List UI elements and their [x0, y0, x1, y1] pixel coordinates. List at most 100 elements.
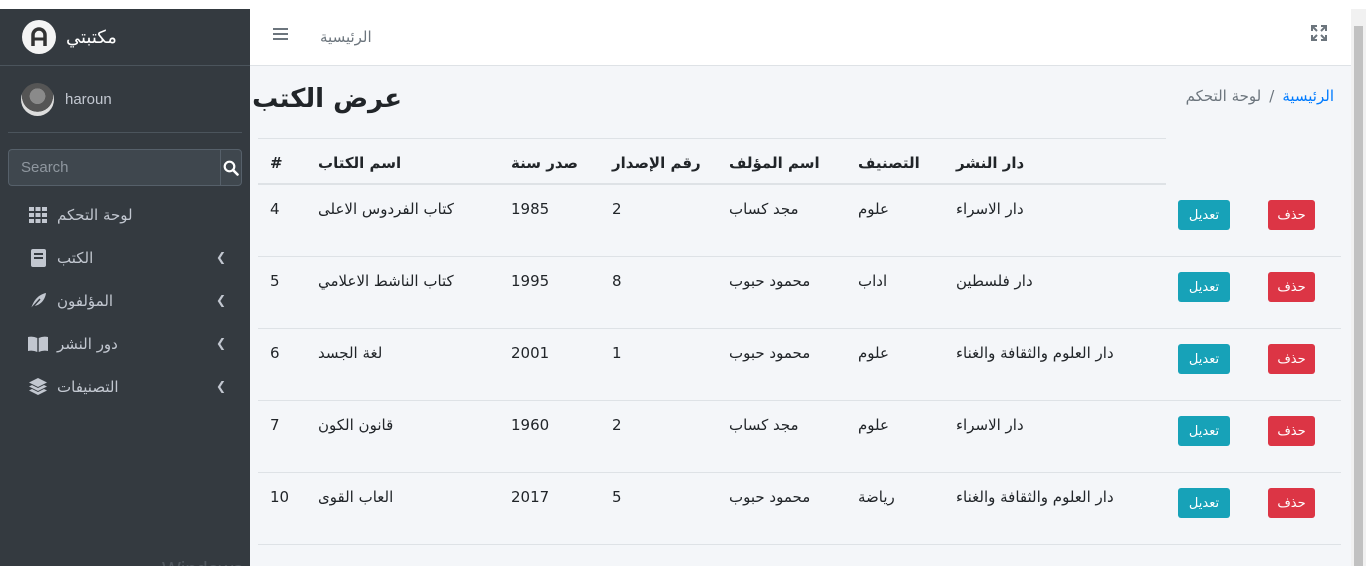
breadcrumb-home-link[interactable]: الرئيسية	[1282, 87, 1334, 105]
column-header-publisher: دار النشر	[956, 154, 1025, 172]
page-title: عرض الكتب	[252, 84, 402, 114]
sidebar-nav: لوحة التحكم الكتب ❮ المؤلفون ❮ دور النشر…	[8, 193, 242, 408]
sidebar-item-label: التصنيفات	[57, 377, 119, 396]
table-row: 5 كتاب الناشط الاعلامي 1995 8 محمود حبوب اداب…	[258, 257, 1341, 329]
sidebar-item-label: الكتب	[57, 248, 94, 267]
chevron-left-icon: ❮	[215, 379, 226, 393]
cell-author: محمود حبوب	[729, 488, 811, 506]
cell-author: مجد كساب	[729, 200, 799, 218]
sidebar-item-categories[interactable]: التصنيفات ❮	[8, 365, 242, 408]
cell-author: مجد كساب	[729, 416, 799, 434]
page-scrollbar[interactable]	[1351, 9, 1366, 566]
user-panel[interactable]: haroun	[8, 66, 242, 133]
content-wrapper: الرئيسية عرض الكتب الرئيسية/لوحة التحكم …	[250, 9, 1351, 566]
table-row: 6 لغة الجسد 2001 1 محمود حبوب علوم دار العلوم …	[258, 329, 1341, 401]
chevron-left-icon: ❮	[215, 250, 226, 264]
brand-link[interactable]: مكتبتي	[0, 9, 250, 66]
delete-button[interactable]: حذف	[1268, 344, 1315, 374]
user-name: haroun	[65, 90, 112, 108]
table-row: 4 كتاب الفردوس الاعلى 1985 2 مجد كساب علوم دار…	[258, 185, 1341, 257]
breadcrumb: الرئيسية / لوحة التحكم	[1186, 87, 1334, 105]
cell-num: 6	[270, 344, 280, 362]
chevron-left-icon: ❮	[215, 336, 226, 350]
navbar-home-link[interactable]: الرئيسية	[320, 28, 372, 46]
cell-edition: 2	[612, 200, 622, 218]
sidebar-item-label: المؤلفون	[57, 291, 114, 310]
delete-button[interactable]: حذف	[1268, 272, 1315, 302]
sidebar-item-publishers[interactable]: دور النشر ❮	[8, 322, 242, 365]
delete-button[interactable]: حذف	[1268, 416, 1315, 446]
sidebar-item-dashboard[interactable]: لوحة التحكم	[8, 193, 242, 236]
edit-button[interactable]: تعديل	[1178, 200, 1230, 230]
sidebar-item-authors[interactable]: المؤلفون ❮	[8, 279, 242, 322]
grid-icon	[28, 205, 48, 225]
window-top-strip	[0, 0, 1366, 9]
sidebar-item-label: لوحة التحكم	[57, 205, 133, 224]
cell-category: علوم	[858, 416, 889, 434]
app-logo-icon	[22, 20, 56, 54]
column-header-year: صدر سنة	[511, 154, 578, 172]
breadcrumb-current: لوحة التحكم	[1185, 87, 1262, 105]
expand-icon	[1311, 25, 1327, 41]
cell-year: 1985	[511, 200, 550, 218]
feather-icon	[28, 291, 48, 311]
column-header-category: التصنيف	[858, 154, 920, 172]
breadcrumb-separator: /	[1269, 87, 1275, 105]
cell-edition: 5	[612, 488, 622, 506]
column-header-edition: رقم الإصدار	[612, 154, 701, 172]
book-icon	[28, 248, 48, 268]
cell-category: رياضة	[858, 488, 895, 506]
table-row: 10 العاب القوى 2017 5 محمود حبوب رياضة دار الع…	[258, 473, 1341, 545]
books-table: # اسم الكتاب صدر سنة رقم الإصدار اسم الم…	[258, 138, 1341, 545]
scrollbar-thumb[interactable]	[1354, 26, 1363, 566]
cell-edition: 1	[612, 344, 622, 362]
cell-num: 5	[270, 272, 280, 290]
sidebar-search	[8, 149, 242, 186]
cell-publisher: دار الاسراء	[956, 416, 1024, 434]
open-book-icon	[28, 334, 48, 354]
cell-publisher: دار فلسطين	[956, 272, 1033, 290]
sidebar: مكتبتي haroun لوحة التحكم	[0, 9, 303, 566]
cell-year: 1960	[511, 416, 550, 434]
table-header: # اسم الكتاب صدر سنة رقم الإصدار اسم الم…	[258, 138, 1166, 185]
cell-title: كتاب الناشط الاعلامي	[318, 272, 454, 290]
cell-publisher: دار العلوم والثقافة والغناء	[956, 488, 1114, 506]
menu-toggle-button[interactable]	[273, 26, 289, 45]
edit-button[interactable]: تعديل	[1178, 488, 1230, 518]
cell-num: 7	[270, 416, 280, 434]
delete-button[interactable]: حذف	[1268, 200, 1315, 230]
avatar	[21, 82, 54, 116]
column-header-title: اسم الكتاب	[318, 154, 402, 172]
edit-button[interactable]: تعديل	[1178, 416, 1230, 446]
layers-icon	[28, 377, 48, 397]
search-icon	[223, 160, 239, 176]
column-header-author: اسم المؤلف	[729, 154, 820, 172]
cell-title: كتاب الفردوس الاعلى	[318, 200, 454, 218]
cell-title: العاب القوى	[318, 488, 394, 506]
search-input[interactable]	[8, 149, 220, 186]
edit-button[interactable]: تعديل	[1178, 344, 1230, 374]
cell-title: قانون الكون	[318, 416, 394, 434]
delete-button[interactable]: حذف	[1268, 488, 1315, 518]
table-body: 4 كتاب الفردوس الاعلى 1985 2 مجد كساب علوم دار…	[258, 185, 1341, 545]
cell-title: لغة الجسد	[318, 344, 383, 362]
search-button[interactable]	[220, 149, 242, 186]
cell-num: 4	[270, 200, 280, 218]
cell-category: علوم	[858, 344, 889, 362]
cell-author: محمود حبوب	[729, 272, 811, 290]
cell-category: اداب	[858, 272, 888, 290]
cell-publisher: دار الاسراء	[956, 200, 1024, 218]
cell-edition: 8	[612, 272, 622, 290]
sidebar-item-books[interactable]: الكتب ❮	[8, 236, 242, 279]
cell-publisher: دار العلوم والثقافة والغناء	[956, 344, 1114, 362]
cell-year: 1995	[511, 272, 550, 290]
cell-num: 10	[270, 488, 290, 506]
top-navbar: الرئيسية	[250, 9, 1351, 66]
cell-year: 2017	[511, 488, 550, 506]
cell-year: 2001	[511, 344, 550, 362]
table-row: 7 قانون الكون 1960 2 مجد كساب علوم دار الاسراء…	[258, 401, 1341, 473]
hamburger-icon	[273, 28, 288, 40]
fullscreen-button[interactable]	[1311, 25, 1327, 45]
edit-button[interactable]: تعديل	[1178, 272, 1230, 302]
cell-edition: 2	[612, 416, 622, 434]
